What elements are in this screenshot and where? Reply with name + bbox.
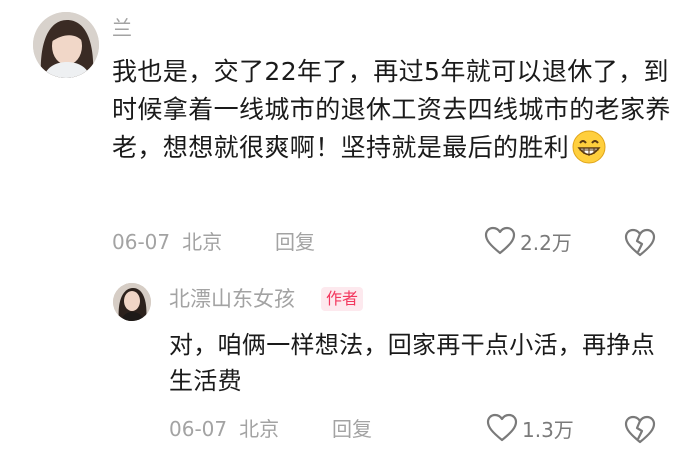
reply-content: 对，咱俩一样想法，回家再干点小活，再挣点生活费 <box>169 331 655 395</box>
heart-icon <box>486 413 518 442</box>
comment-username[interactable]: 兰 <box>112 16 132 40</box>
like-button[interactable]: 2.2万 <box>484 226 572 256</box>
avatar[interactable] <box>33 12 99 78</box>
reply-button[interactable]: 回复 <box>275 229 335 255</box>
reply-username[interactable]: 北漂山东女孩 <box>169 287 295 311</box>
comment-content: 我也是，交了22年了，再过5年就可以退休了，到时候拿着一线城市的退休工资去四线城… <box>112 53 672 176</box>
grinning-face-emoji <box>571 129 607 176</box>
comment-meta: 06-07 北京 回复 <box>112 229 315 255</box>
reply-like-count: 1.3万 <box>522 417 574 442</box>
reply-dislike-button[interactable] <box>624 415 656 449</box>
reply-avatar[interactable] <box>113 283 151 321</box>
broken-heart-icon <box>624 228 656 257</box>
dislike-button[interactable] <box>624 228 656 262</box>
comment-location: 北京 <box>182 230 223 254</box>
reply-like-button[interactable]: 1.3万 <box>486 413 574 443</box>
reply-meta: 06-07 北京 回复 <box>169 416 372 442</box>
heart-icon <box>484 226 516 255</box>
broken-heart-icon <box>624 415 656 444</box>
reply-date: 06-07 <box>169 417 228 441</box>
author-badge: 作者 <box>321 287 364 311</box>
comment-date: 06-07 <box>112 230 171 254</box>
like-count: 2.2万 <box>520 230 572 255</box>
reply-location: 北京 <box>239 417 280 441</box>
reply-reply-button[interactable]: 回复 <box>332 416 392 442</box>
